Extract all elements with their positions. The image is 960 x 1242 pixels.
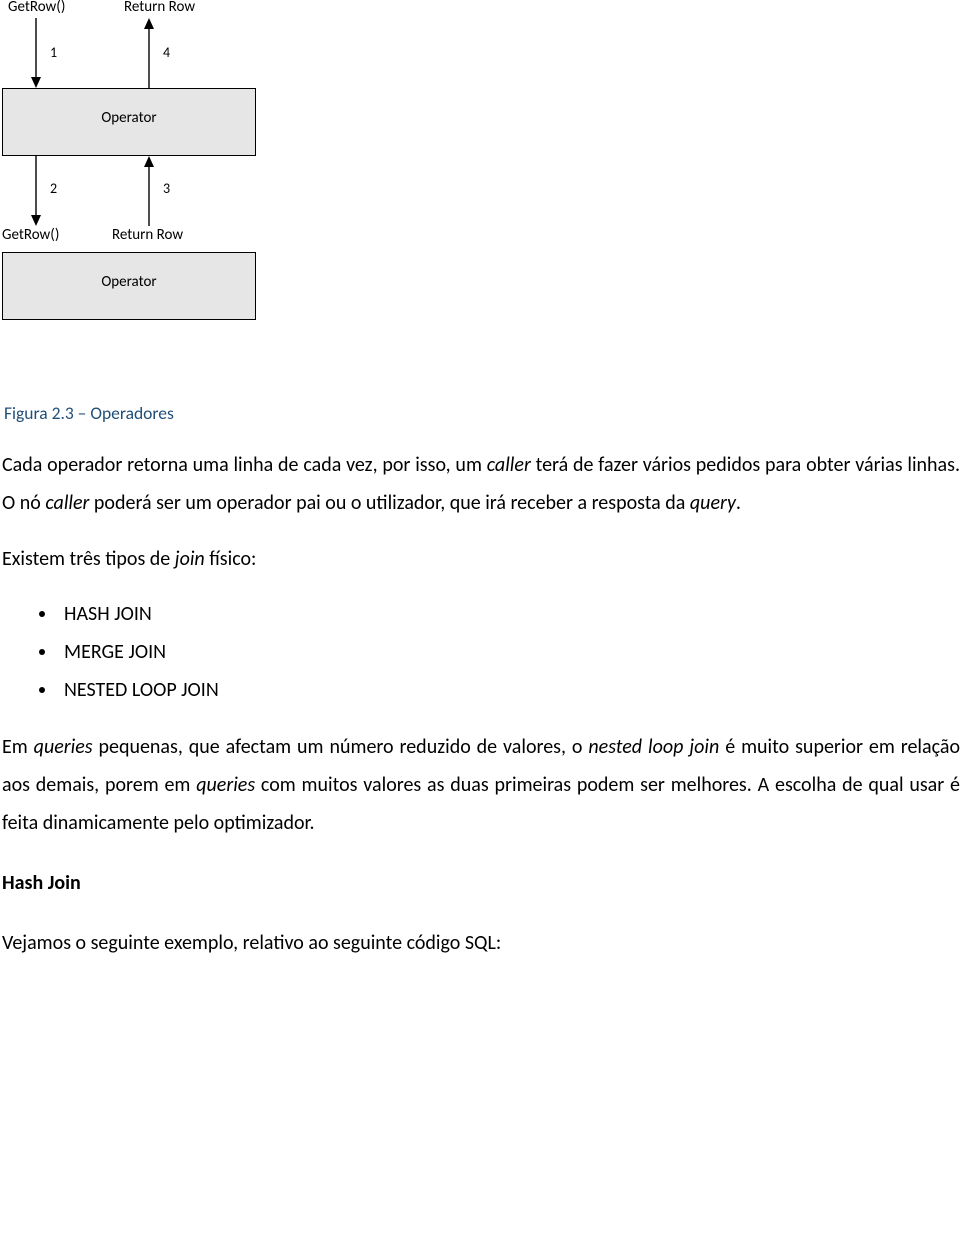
body-paragraph-4: Vejamos o seguinte exemplo, relativo ao … (2, 924, 960, 962)
list-item: HASH JOIN (58, 596, 960, 632)
label-getrow-mid: GetRow() (2, 226, 59, 244)
figure-caption: Figura 2.3 – Operadores (4, 402, 958, 424)
list-item: MERGE JOIN (58, 634, 960, 670)
operator-box-2: Operator (2, 252, 256, 320)
body-paragraph-1: Cada operador retorna uma linha de cada … (2, 446, 960, 522)
operator-box-1: Operator (2, 88, 256, 156)
join-type-list: HASH JOIN MERGE JOIN NESTED LOOP JOIN (58, 596, 960, 708)
body-paragraph-2: Existem três tipos de join físico: (2, 540, 960, 578)
body-paragraph-3: Em queries pequenas, que afectam um núme… (2, 728, 960, 842)
flow-step-3: 3 (163, 180, 170, 197)
operator-flow-diagram: GetRow() Return Row 1 4 Operator 2 3 Get… (2, 0, 262, 350)
label-returnrow-mid: Return Row (112, 226, 183, 244)
flow-step-2: 2 (50, 180, 57, 197)
list-item: NESTED LOOP JOIN (58, 672, 960, 708)
section-heading-hash-join: Hash Join (2, 864, 960, 902)
